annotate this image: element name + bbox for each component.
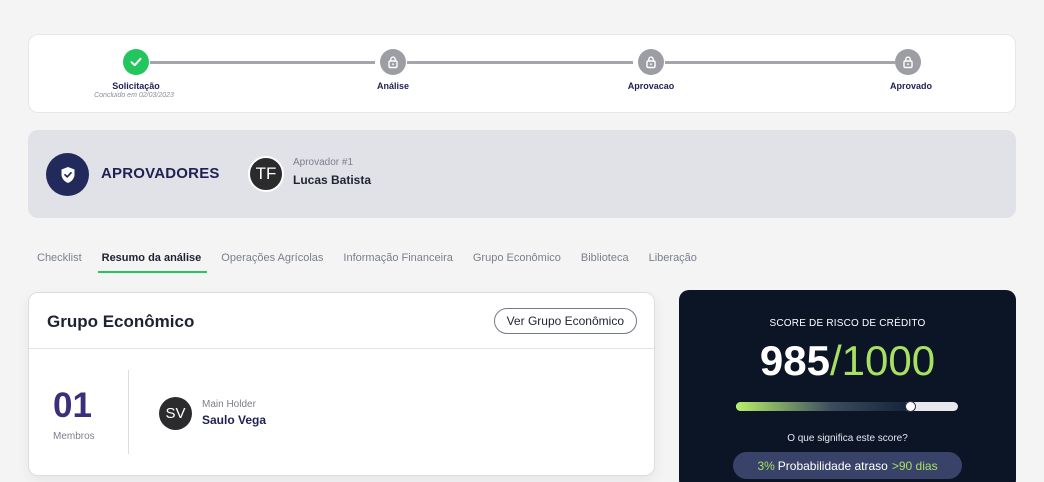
approver-role: Aprovador #1 [293,157,354,168]
credit-risk-score-card: SCORE DE RISCO DE CRÉDITO 985/1000 O que… [679,290,1016,482]
approver-name: Lucas Batista [293,173,372,187]
tab-resumo-da-analise[interactable]: Resumo da análise [97,252,207,274]
economic-group-title: Grupo Econômico [47,312,195,331]
score-max: /1000 [829,337,936,384]
economic-group-card: Grupo Econômico Ver Grupo Econômico 01 M… [28,292,655,476]
tab-biblioteca[interactable]: Biblioteca [581,252,629,274]
step-label-solicitacao: Solicitação [112,81,160,91]
delinquency-probability-badge: 3% Probabilidade atraso >90 dias [733,452,962,479]
lock-icon [380,49,406,75]
step-sublabel-solicitacao: Concluido em 02/03/2023 [94,92,174,99]
tab-checklist[interactable]: Checklist [37,252,82,274]
probability-days: >90 dias [891,458,938,473]
score-value: 985/1000 [679,336,1016,386]
step-connector [150,61,375,64]
members-count: 01 [53,386,92,425]
shield-check-icon [46,153,89,196]
lock-icon [638,49,664,75]
analysis-tabs: Checklist Resumo da análise Operações Ag… [37,252,717,274]
holder-name[interactable]: Saulo Vega [202,413,266,427]
holder-role: Main Holder [202,399,256,410]
lock-icon [895,49,921,75]
probability-percent: 3% [757,458,775,473]
divider [128,370,129,454]
tab-informacao-financeira[interactable]: Informação Financeira [343,252,452,274]
score-bar-fill [736,402,911,411]
tab-operacoes-agricolas[interactable]: Operações Agrícolas [221,252,323,274]
score-bar-marker [904,401,916,412]
approvers-panel: APROVADORES TF Aprovador #1 Lucas Batist… [28,130,1016,218]
score-number: 985 [759,337,830,384]
approver-avatar: TF [248,156,284,192]
holder-avatar: SV [159,397,192,430]
step-label-aprovacao: Aprovacao [627,81,675,91]
step-label-analise: Análise [376,81,410,91]
approvers-title: APROVADORES [101,165,220,182]
step-label-aprovado: Aprovado [889,81,933,91]
step-connector [407,61,633,64]
tab-grupo-economico[interactable]: Grupo Econômico [473,252,561,274]
score-bar [736,401,958,412]
divider [29,348,654,349]
members-label: Membros [53,431,95,442]
view-economic-group-button[interactable]: Ver Grupo Econômico [493,308,637,334]
check-icon [123,49,149,75]
score-meaning-link[interactable]: O que significa este score? [679,433,1016,444]
progress-stepper: Solicitação Concluido em 02/03/2023 Anál… [28,34,1016,113]
step-connector [665,61,895,64]
probability-text: Probabilidade atraso [777,458,888,473]
score-title: SCORE DE RISCO DE CRÉDITO [769,318,926,329]
tab-liberacao[interactable]: Liberação [649,252,697,274]
